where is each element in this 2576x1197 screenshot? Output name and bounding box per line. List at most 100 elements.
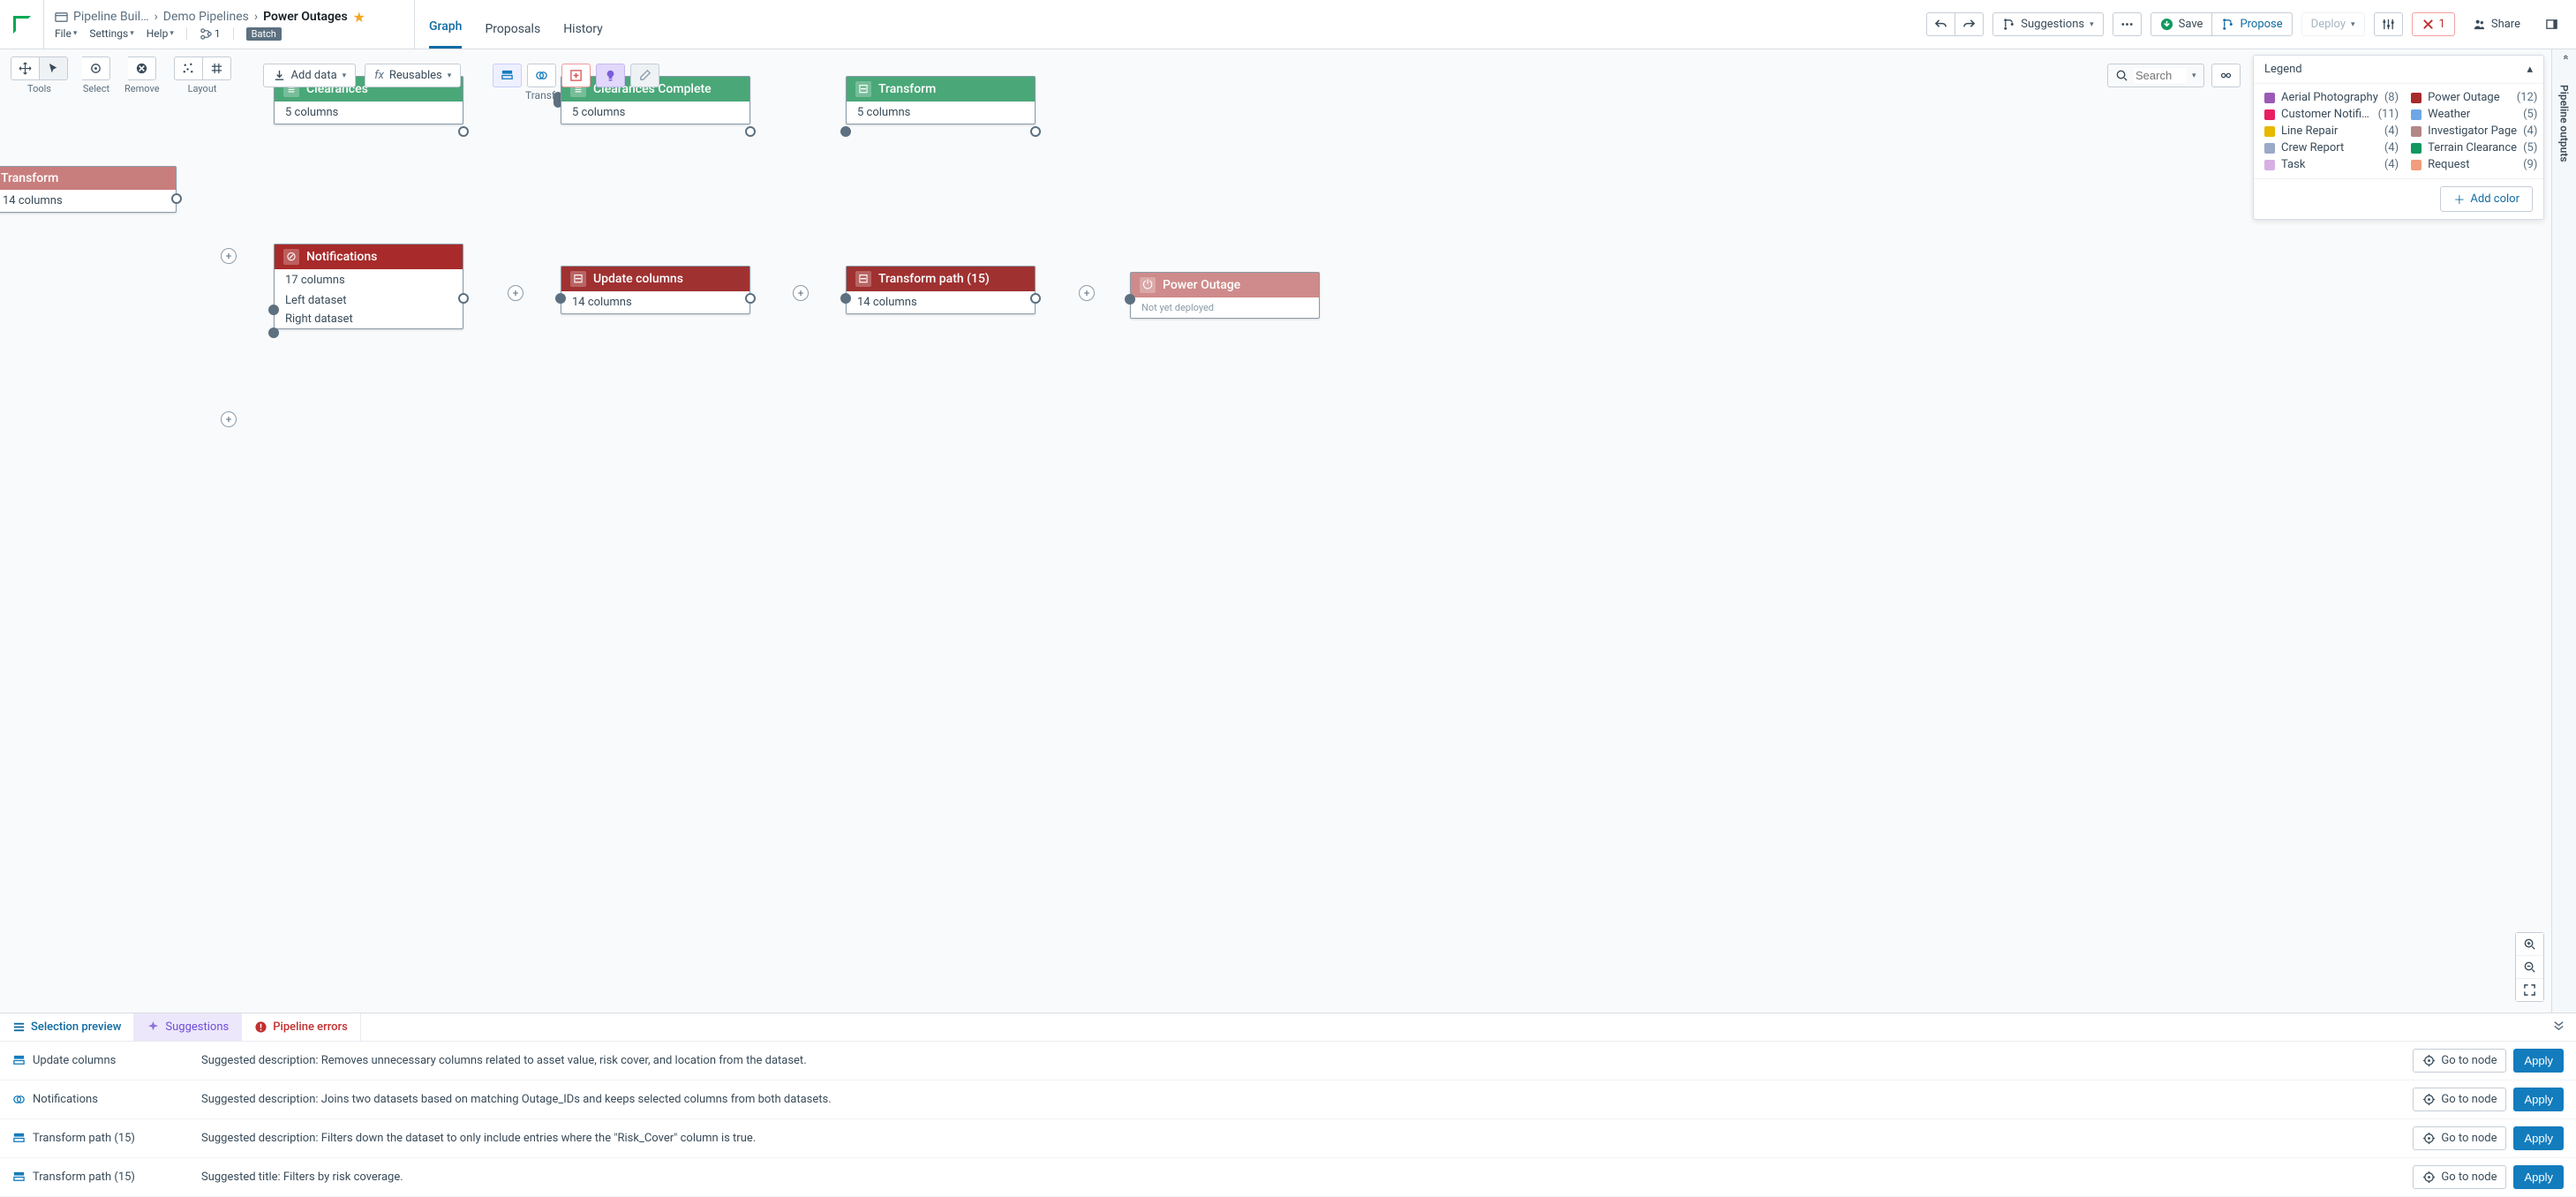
input-port[interactable] xyxy=(840,293,851,304)
undo-button[interactable] xyxy=(1926,12,1955,36)
menu-file[interactable]: File▾ xyxy=(55,27,77,40)
apply-button[interactable]: Apply xyxy=(2513,1088,2564,1111)
branch-indicator[interactable]: 1 xyxy=(200,27,221,41)
more-actions-button[interactable] xyxy=(2113,12,2142,36)
transform-tool-2[interactable] xyxy=(527,64,556,87)
legend-item[interactable]: Customer Notifi…(11) xyxy=(2264,108,2399,121)
zoom-out-button[interactable] xyxy=(2516,956,2543,979)
apply-button[interactable]: Apply xyxy=(2513,1126,2564,1150)
add-connection[interactable]: + xyxy=(1079,285,1095,301)
layout-grid-button[interactable] xyxy=(203,56,231,80)
add-color-button[interactable]: ＋Add color xyxy=(2440,186,2533,212)
legend-item[interactable]: Investigator Page(4) xyxy=(2411,124,2537,138)
legend-item[interactable]: Aerial Photography(8) xyxy=(2264,91,2399,104)
select-label: Select xyxy=(83,83,109,94)
legend-item[interactable]: Power Outage(12) xyxy=(2411,91,2537,104)
node-transform-path[interactable]: ⊟Transform path (15) 14 columns xyxy=(846,266,1036,314)
tune-button[interactable] xyxy=(2374,12,2403,36)
node-transform-left[interactable]: Transform 14 columns xyxy=(0,166,177,213)
save-button[interactable]: Save xyxy=(2150,12,2212,36)
go-to-node-button[interactable]: Go to node xyxy=(2413,1049,2506,1073)
pipeline-outputs-tab[interactable]: « Pipeline outputs xyxy=(2551,49,2576,1013)
graph-canvas[interactable]: Tools Select Remove xyxy=(0,49,2576,1013)
add-connection[interactable]: + xyxy=(221,248,237,264)
tab-history[interactable]: History xyxy=(563,6,603,49)
tab-pipeline-errors[interactable]: Pipeline errors xyxy=(242,1013,361,1041)
zoom-fit-button[interactable] xyxy=(2516,979,2543,1001)
input-port[interactable] xyxy=(1125,294,1135,305)
tab-graph[interactable]: Graph xyxy=(429,4,462,49)
legend-item[interactable]: Line Repair(4) xyxy=(2264,124,2399,138)
breadcrumb-mid[interactable]: Demo Pipelines xyxy=(163,10,249,24)
add-data-button[interactable]: Add data▾ xyxy=(263,64,357,87)
apply-button[interactable]: Apply xyxy=(2513,1049,2564,1073)
collapse-icon[interactable]: ▴ xyxy=(2527,63,2533,76)
transform-tool-1[interactable] xyxy=(493,64,522,87)
propose-button[interactable]: Propose xyxy=(2211,12,2292,36)
pointer-tool[interactable] xyxy=(40,56,68,80)
breadcrumb-root[interactable]: Pipeline Buil… xyxy=(73,10,149,24)
deploy-button[interactable]: Deploy▾ xyxy=(2301,12,2365,36)
input-port[interactable] xyxy=(268,327,279,338)
tab-selection-preview[interactable]: Selection preview xyxy=(0,1013,134,1041)
app-logo[interactable] xyxy=(0,0,44,49)
tab-suggestions[interactable]: Suggestions xyxy=(134,1013,242,1041)
apply-button[interactable]: Apply xyxy=(2513,1165,2564,1189)
menu-settings[interactable]: Settings▾ xyxy=(89,27,133,40)
transform-tool-3[interactable] xyxy=(561,64,591,87)
go-to-node-button[interactable]: Go to node xyxy=(2413,1126,2506,1150)
expand-icon[interactable]: « xyxy=(2560,55,2572,60)
redo-button[interactable] xyxy=(1955,12,1984,36)
output-port[interactable] xyxy=(458,293,469,304)
remove-button[interactable] xyxy=(128,56,156,80)
output-port[interactable] xyxy=(458,126,469,137)
tab-proposals[interactable]: Proposals xyxy=(485,6,540,49)
divider xyxy=(233,27,234,40)
output-port[interactable] xyxy=(1030,293,1041,304)
node-notifications[interactable]: ⊘Notifications 17 columns Left dataset R… xyxy=(274,244,463,329)
ai-suggest-button[interactable] xyxy=(596,64,625,87)
divider xyxy=(186,27,187,40)
node-transform[interactable]: ⊟Transform 5 columns xyxy=(846,76,1036,124)
node-update-columns[interactable]: ⊟Update columns 14 columns xyxy=(561,266,750,314)
add-connection[interactable]: + xyxy=(793,285,809,301)
add-connection[interactable]: + xyxy=(508,285,523,301)
node-power-outage-output[interactable]: ⏻Power Outage Not yet deployed xyxy=(1130,272,1320,319)
color-swatch xyxy=(2264,126,2275,137)
pan-tool[interactable] xyxy=(11,56,40,80)
legend-item[interactable]: Crew Report(4) xyxy=(2264,141,2399,154)
input-port[interactable] xyxy=(840,126,851,137)
search-input[interactable] xyxy=(2134,68,2187,83)
favorite-star-icon[interactable]: ★ xyxy=(353,9,365,26)
share-button[interactable]: Share xyxy=(2464,13,2529,35)
legend-count: (5) xyxy=(2523,108,2537,121)
legend-item[interactable]: Task(4) xyxy=(2264,158,2399,171)
go-to-node-button[interactable]: Go to node xyxy=(2413,1165,2506,1189)
zoom-in-button[interactable] xyxy=(2516,933,2543,956)
legend-item[interactable]: Weather(5) xyxy=(2411,108,2537,121)
search-box[interactable]: ▾ xyxy=(2107,64,2204,87)
input-port[interactable] xyxy=(268,305,279,315)
legend-item[interactable]: Terrain Clearance(5) xyxy=(2411,141,2537,154)
go-to-node-button[interactable]: Go to node xyxy=(2413,1088,2506,1111)
output-port[interactable] xyxy=(171,193,182,204)
panel-toggle-button[interactable] xyxy=(2538,13,2565,35)
output-port[interactable] xyxy=(1030,126,1041,137)
add-connection[interactable]: + xyxy=(221,411,237,427)
output-port[interactable] xyxy=(745,293,756,304)
output-port[interactable] xyxy=(745,126,756,137)
reusables-button[interactable]: fxReusables▾ xyxy=(365,64,461,87)
transform-icon xyxy=(12,1171,26,1184)
link-mode-button[interactable] xyxy=(2211,64,2241,87)
collapse-bottom-button[interactable] xyxy=(2542,1013,2576,1041)
caret-down-icon: ▾ xyxy=(2351,20,2355,29)
menu-help[interactable]: Help▾ xyxy=(147,27,174,40)
input-port[interactable] xyxy=(555,293,566,304)
layout-scatter-button[interactable] xyxy=(174,56,203,80)
edit-button[interactable] xyxy=(630,64,659,87)
breadcrumb-current[interactable]: Power Outages xyxy=(263,10,348,24)
select-all-button[interactable] xyxy=(82,56,110,80)
error-count-pill[interactable]: 1 xyxy=(2412,12,2455,36)
legend-item[interactable]: Request(9) xyxy=(2411,158,2537,171)
suggestions-dropdown[interactable]: Suggestions ▾ xyxy=(1992,12,2103,36)
